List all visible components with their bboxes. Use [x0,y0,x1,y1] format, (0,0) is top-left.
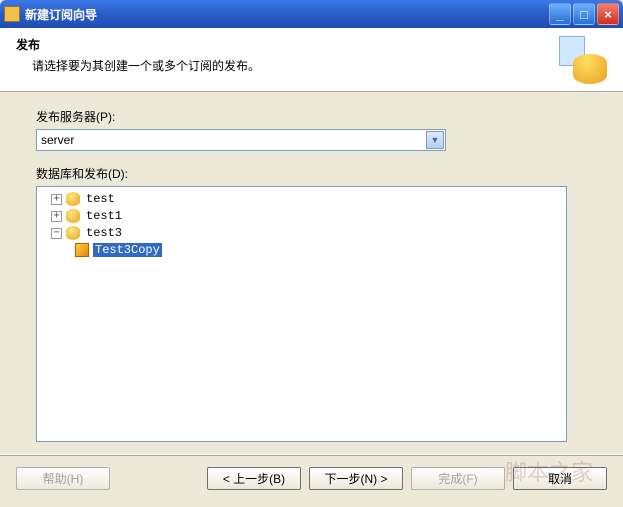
tree-label: 数据库和发布(D): [36,165,587,182]
wizard-header: 发布 请选择要为其创建一个或多个订阅的发布。 [0,28,623,92]
publication-icon [75,243,89,257]
expand-icon[interactable]: + [51,194,62,205]
content-area: 发布服务器(P): server ▼ 数据库和发布(D): + test + t… [0,92,623,454]
help-button[interactable]: 帮助(H) [16,467,110,490]
database-icon [66,226,80,240]
titlebar: 新建订阅向导 _ □ × [0,0,623,28]
tree-node-publication[interactable]: Test3Copy [75,242,562,258]
maximize-button[interactable]: □ [573,3,595,25]
header-icon [559,36,607,84]
expand-icon[interactable]: + [51,211,62,222]
finish-button[interactable]: 完成(F) [411,467,505,490]
publisher-combo[interactable]: server ▼ [36,129,446,151]
database-icon [66,209,80,223]
tree-node[interactable]: + test [51,191,562,207]
collapse-icon[interactable]: − [51,228,62,239]
node-label: test1 [84,209,124,223]
window-title: 新建订阅向导 [25,6,547,23]
next-button[interactable]: 下一步(N) > [309,467,403,490]
tree-node[interactable]: − test3 [51,225,562,241]
publication-tree[interactable]: + test + test1 − test3 Test3Copy [36,186,567,442]
minimize-button[interactable]: _ [549,3,571,25]
tree-node[interactable]: + test1 [51,208,562,224]
wizard-footer: 帮助(H) < 上一步(B) 下一步(N) > 完成(F) 取消 [0,454,623,501]
node-label: test3 [84,226,124,240]
back-button[interactable]: < 上一步(B) [207,467,301,490]
node-label: test [84,192,117,206]
page-subtitle: 请选择要为其创建一个或多个订阅的发布。 [32,57,559,74]
close-button[interactable]: × [597,3,619,25]
database-icon [66,192,80,206]
publisher-value: server [41,133,74,147]
page-title: 发布 [16,36,559,53]
node-label-selected: Test3Copy [93,243,162,257]
publisher-label: 发布服务器(P): [36,108,587,125]
chevron-down-icon[interactable]: ▼ [426,131,444,149]
cancel-button[interactable]: 取消 [513,467,607,490]
app-icon [4,6,20,22]
